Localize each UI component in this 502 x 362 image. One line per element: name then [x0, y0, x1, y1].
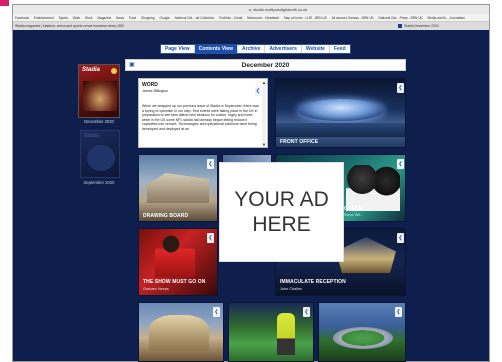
building-image [147, 173, 209, 203]
bookmark-item[interactable]: National Gal... art Collection [175, 16, 215, 20]
ad-text: YOUR AD HERE [220, 187, 343, 237]
bookmark-item[interactable]: Google [159, 16, 169, 20]
bookmark-item[interactable]: Shopping [141, 16, 154, 20]
share-icon[interactable]: ❮ [303, 307, 310, 317]
bookmark-item[interactable]: Portfolio - Creati [219, 16, 242, 20]
cover-image [87, 145, 115, 171]
browser-toolbar: a. studia.multipasdigitaledit.co.uk [13, 5, 489, 14]
stadium-image [333, 327, 393, 349]
nav-archive[interactable]: Archive [238, 45, 266, 53]
scroll-up-icon[interactable]: ▲ [262, 81, 266, 85]
bookmark-item[interactable]: Work [73, 16, 80, 20]
players-image [155, 233, 195, 277]
browser-tab[interactable]: Stadia magazine | stadium, arena and spo… [15, 22, 124, 30]
cover-current-issue[interactable]: Stadia [78, 64, 120, 118]
water-reflection [276, 123, 405, 137]
article-scrollbar[interactable]: ▲ ▼ [262, 81, 266, 147]
bookmark-item[interactable]: Newsroom - Headstart [247, 16, 279, 20]
ad-placeholder[interactable]: YOUR AD HERE [219, 162, 344, 262]
bookmark-item[interactable]: Entertainment [34, 16, 54, 20]
tile-bottom-stadium[interactable]: ❮ [318, 302, 406, 362]
browser-tab-strip: Stadia magazine | stadium, arena and spo… [13, 22, 489, 30]
ad-text-line-1: YOUR AD [234, 188, 329, 211]
cover-logo: Stadia [84, 133, 100, 139]
bookmark-item[interactable]: Facebook [15, 16, 29, 20]
tile-bottom-pitch[interactable]: ❮ [228, 302, 314, 362]
nav-website[interactable]: Website [302, 45, 330, 53]
tile-caption: THE SHOW MUST GO ON [143, 279, 206, 285]
nav-page-view[interactable]: Page View [161, 45, 195, 53]
cover-logo: Stadia [82, 67, 101, 73]
tile-author: Graham Heeps [143, 287, 169, 291]
nav-feed[interactable]: Feed [330, 45, 350, 53]
bookmark-item[interactable]: Sports [59, 16, 68, 20]
bookmark-item[interactable]: News [116, 16, 124, 20]
tile-caption: DRAWING BOARD [143, 213, 189, 219]
tile-bottom-building[interactable]: ❮ [138, 302, 224, 362]
building-image [149, 315, 209, 351]
cover-previous-issue[interactable]: Stadia [80, 130, 120, 178]
bookmark-item[interactable]: All across t Kansas - BRN UK [332, 16, 374, 20]
share-icon[interactable]: ❮ [395, 307, 402, 317]
browser-tab-label: Stadia December 2020 [404, 24, 439, 28]
tile-show-must-go-on[interactable]: THE SHOW MUST GO ON Graham Heeps ❮ [138, 228, 218, 296]
article-word-tile[interactable]: WORD James Billington When we wrapped up… [138, 78, 268, 148]
article-title: WORD [142, 82, 158, 88]
screenshot-frame: a. studia.multipasdigitaledit.co.uk Face… [0, 0, 502, 362]
nav-contents-view[interactable]: Contents View [194, 45, 239, 53]
tile-drawing-board[interactable]: DRAWING BOARD ❮ [138, 154, 218, 222]
arena-image [336, 237, 396, 273]
tile-caption: GREEN [344, 206, 363, 212]
tile-caption: IMMACULATE RECEPTION [280, 279, 346, 285]
favicon-icon [398, 24, 402, 29]
scroll-down-icon[interactable]: ▼ [262, 143, 266, 147]
article-author: James Billington [142, 89, 169, 93]
bookmark-item[interactable]: National Gal... Press - BRN UK [379, 16, 423, 20]
nav-advertisers[interactable]: Advertisers [265, 45, 302, 53]
issue-title: December 2020 [241, 62, 290, 69]
edition-nav: Page View Contents View Archive Advertis… [160, 44, 351, 54]
bookmark-item[interactable]: Magazine [97, 16, 111, 20]
people-image [346, 165, 400, 211]
bookmark-item[interactable]: Food [129, 16, 136, 20]
worker-image [277, 313, 295, 355]
bookmark-item[interactable]: Media and th... Journalism [428, 16, 465, 20]
bookmark-item[interactable]: Map at home - LLRI - BRN UK [284, 16, 327, 20]
tile-author: John Challen [280, 287, 303, 291]
share-icon[interactable]: ❮ [255, 87, 261, 96]
ad-text-line-2: HERE [252, 213, 311, 236]
cover-label[interactable]: September 2020 [76, 180, 122, 185]
share-icon[interactable]: ❮ [397, 233, 404, 243]
cover-badge [111, 68, 117, 74]
share-icon[interactable]: ❮ [397, 83, 404, 93]
brand-accent-bar [0, 0, 9, 6]
share-icon[interactable]: ❮ [207, 233, 214, 243]
tile-author: Steve Wil... [344, 213, 364, 217]
tile-caption: FRONT OFFICE [280, 139, 319, 145]
stadium-image [298, 99, 384, 121]
cover-label[interactable]: December 2020 [76, 119, 122, 124]
address-bar[interactable]: a. studia.multipasdigitaledit.co.uk [218, 6, 338, 13]
share-icon[interactable]: ❮ [207, 159, 214, 169]
bookmarks-bar: Facebook Entertainment Sports Work Work … [13, 14, 489, 22]
tile-front-office[interactable]: FRONT OFFICE ❮ [275, 78, 406, 148]
bookmark-item[interactable]: Work [85, 16, 92, 20]
browser-tab-active[interactable]: Stadia December 2020 [398, 22, 439, 30]
issue-header: ▣ December 2020 [125, 59, 406, 71]
share-icon[interactable]: ❮ [397, 159, 404, 169]
cover-image [83, 81, 117, 111]
article-body: When we wrapped up our previous issue of… [142, 104, 259, 131]
share-icon[interactable]: ❮ [213, 307, 220, 317]
